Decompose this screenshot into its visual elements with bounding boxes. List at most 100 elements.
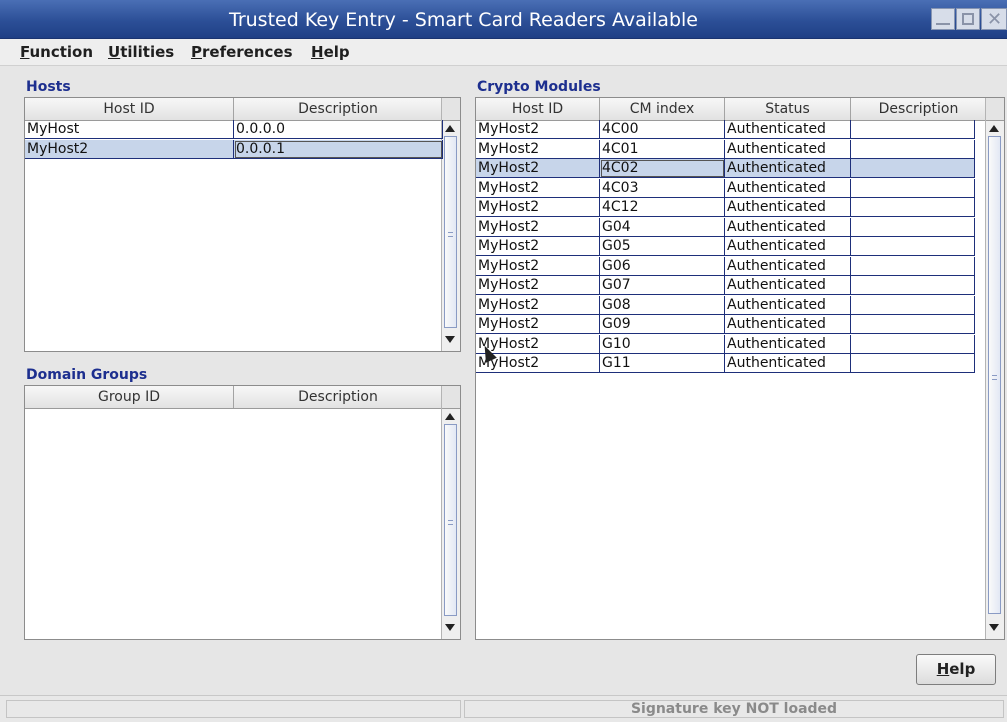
table-cell: Authenticated [725,120,851,139]
table-cell: MyHost2 [476,237,600,256]
table-cell: Authenticated [725,256,851,276]
table-cell: MyHost2 [25,139,234,159]
close-icon[interactable]: ✕ [981,8,1007,30]
column-header-host-id[interactable]: Host ID [25,98,234,120]
table-cell [851,276,975,295]
scrollbar-corner [442,386,460,409]
hosts-table[interactable]: Host ID Description MyHost 0.0.0.0 MyHost2… [24,97,461,352]
scroll-down-icon[interactable] [989,624,999,631]
hosts-section-title: Hosts [26,79,71,95]
table-cell: 0.0.0.0 [234,120,443,139]
table-cell: G11 [600,354,725,373]
scroll-down-icon[interactable] [445,624,455,631]
table-cell: Authenticated [725,354,851,373]
crypto-modules-table[interactable]: Host ID CM index Status Description MyHo… [475,97,1005,640]
column-header-description[interactable]: Description [234,98,443,120]
window-title: Trusted Key Entry - Smart Card Readers A… [229,9,698,31]
help-button[interactable]: Help [916,654,996,685]
menu-function-label: unction [29,43,94,61]
table-cell: MyHost2 [476,198,600,217]
status-left-panel [6,700,461,718]
column-header-status[interactable]: Status [725,98,851,120]
table-cell: MyHost2 [476,139,600,159]
table-cell [851,334,975,354]
scrollbar-corner [442,98,460,121]
domain-groups-scrollbar[interactable] [441,386,460,639]
table-cell: MyHost2 [476,120,600,139]
column-header-group-id[interactable]: Group ID [25,386,234,408]
table-cell [851,217,975,237]
table-cell: G09 [600,315,725,334]
table-cell: 4C02 [600,159,725,178]
scroll-up-icon[interactable] [445,125,455,132]
table-cell: MyHost2 [476,178,600,198]
column-header-cm-index[interactable]: CM index [600,98,725,120]
minimize-icon[interactable] [931,8,955,30]
help-button-mnemonic: H [936,660,950,678]
help-button-label: elp [949,660,976,678]
table-cell: Authenticated [725,159,851,178]
table-cell: 4C03 [600,178,725,198]
menu-function[interactable]: Function [20,43,93,61]
table-cell [851,120,975,139]
menu-utilities-mnemonic: U [108,43,121,61]
column-header-description[interactable]: Description [851,98,987,120]
hosts-table-header: Host ID Description [25,98,443,121]
table-cell: Authenticated [725,198,851,217]
scroll-up-icon[interactable] [445,413,455,420]
menu-help-label: elp [323,43,350,61]
crypto-modules-scrollbar[interactable] [985,98,1004,639]
column-header-description[interactable]: Description [234,386,443,408]
scroll-thumb[interactable] [988,136,1001,614]
table-cell [851,295,975,315]
menu-utilities-label: tilities [120,43,175,61]
table-cell: G10 [600,334,725,354]
signature-key-status: Signature key NOT loaded [464,700,1004,718]
table-cell: MyHost2 [476,315,600,334]
table-cell [851,237,975,256]
table-cell: MyHost2 [476,295,600,315]
table-cell [851,178,975,198]
table-cell: MyHost2 [476,256,600,276]
domain-groups-table[interactable]: Group ID Description [24,385,461,640]
crypto-modules-section-title: Crypto Modules [477,79,601,95]
menu-preferences[interactable]: Preferences [191,43,293,61]
table-cell: Authenticated [725,139,851,159]
table-cell: Authenticated [725,315,851,334]
table-cell: 4C01 [600,139,725,159]
table-cell: Authenticated [725,276,851,295]
hosts-scrollbar[interactable] [441,98,460,351]
table-cell: MyHost2 [476,159,600,178]
menu-bar: Function Utilities Preferences Help [0,39,1007,66]
table-cell: G04 [600,217,725,237]
table-cell: Authenticated [725,334,851,354]
maximize-icon[interactable] [956,8,980,30]
column-header-host-id[interactable]: Host ID [476,98,600,120]
table-cell: MyHost [25,120,234,139]
scroll-thumb[interactable] [444,136,457,328]
table-cell: G08 [600,295,725,315]
table-cell: 4C00 [600,120,725,139]
table-cell [851,315,975,334]
scrollbar-corner [986,98,1004,121]
menu-utilities[interactable]: Utilities [108,43,174,61]
menu-help[interactable]: Help [311,43,350,61]
status-bar: Signature key NOT loaded [0,695,1007,722]
crypto-modules-table-header: Host ID CM index Status Description [476,98,987,121]
title-bar: Trusted Key Entry - Smart Card Readers A… [0,0,1007,39]
menu-function-mnemonic: F [20,43,30,61]
scroll-up-icon[interactable] [989,125,999,132]
menu-preferences-mnemonic: P [191,43,202,61]
table-cell: 0.0.0.1 [234,139,443,159]
table-cell: Authenticated [725,217,851,237]
table-cell [851,139,975,159]
table-cell: 4C12 [600,198,725,217]
table-cell: G07 [600,276,725,295]
scroll-thumb[interactable] [444,424,457,616]
table-cell [851,198,975,217]
scroll-down-icon[interactable] [445,336,455,343]
table-cell [851,159,975,178]
menu-preferences-label: references [202,43,293,61]
table-cell: Authenticated [725,237,851,256]
domain-groups-section-title: Domain Groups [26,367,148,383]
